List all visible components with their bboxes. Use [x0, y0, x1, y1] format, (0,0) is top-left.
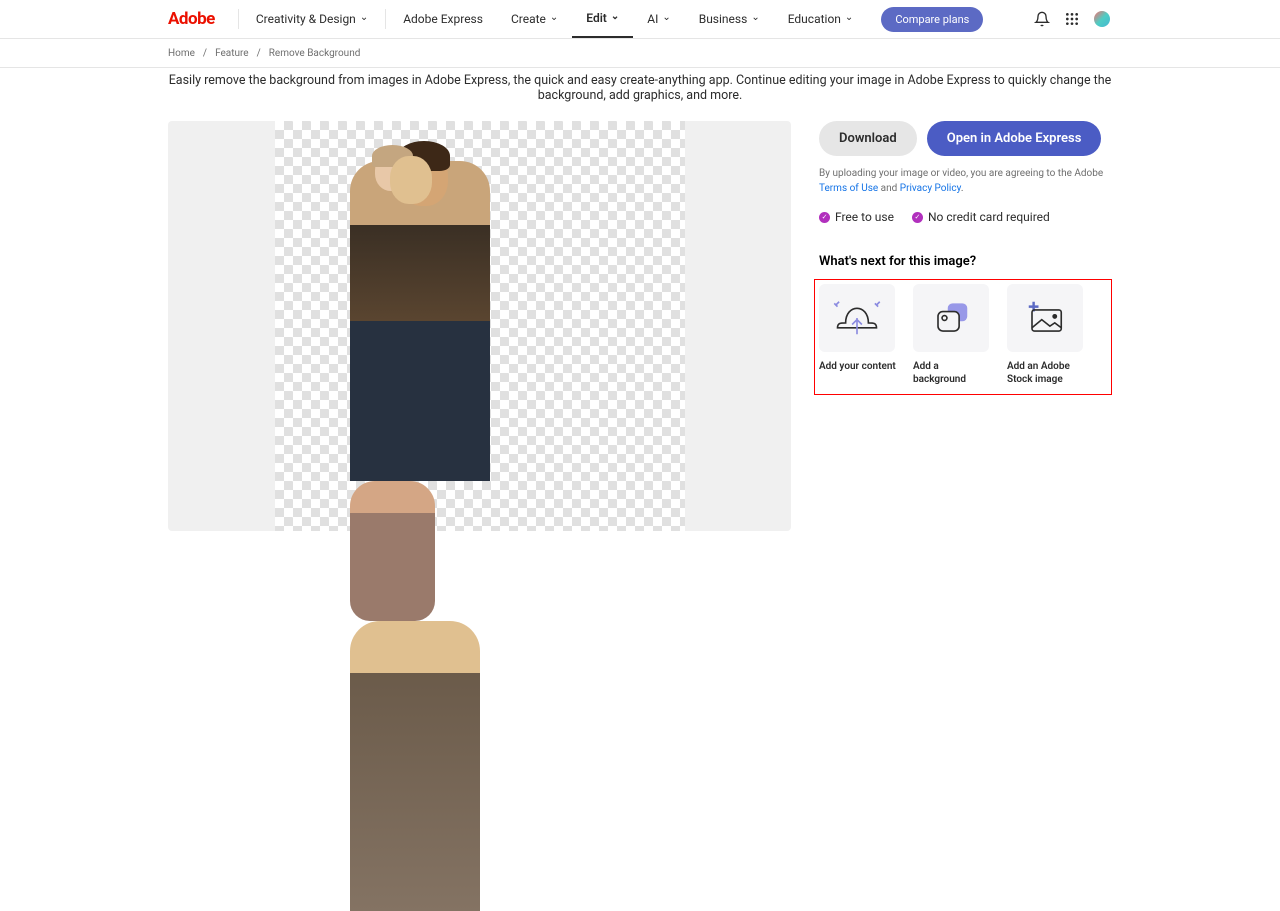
- page-description: Easily remove the background from images…: [168, 73, 1112, 103]
- terms-text: By uploading your image or video, you ar…: [819, 166, 1112, 196]
- action-buttons: Download Open in Adobe Express: [819, 121, 1112, 156]
- nav-divider: [385, 9, 386, 29]
- card-add-background[interactable]: Add a background: [913, 284, 991, 386]
- download-button[interactable]: Download: [819, 121, 917, 156]
- nav-creativity[interactable]: Creativity & Design: [242, 0, 382, 38]
- nav-business[interactable]: Business: [685, 0, 774, 38]
- add-stock-icon: [1007, 284, 1083, 352]
- transparency-checker: [275, 121, 685, 531]
- notifications-icon[interactable]: [1034, 11, 1050, 27]
- adobe-logo[interactable]: Adobe: [168, 9, 215, 29]
- breadcrumb-separator: /: [257, 48, 261, 59]
- breadcrumb: Home / Feature / Remove Background: [0, 39, 1280, 68]
- nav-education[interactable]: Education: [774, 0, 868, 38]
- image-preview: [168, 121, 791, 531]
- main-area: Download Open in Adobe Express By upload…: [168, 121, 1112, 531]
- nav-edit[interactable]: Edit: [572, 0, 633, 38]
- breadcrumb-separator: /: [203, 48, 207, 59]
- next-steps-cards: Add your content Add a background: [814, 279, 1112, 395]
- card-add-stock[interactable]: Add an Adobe Stock image: [1007, 284, 1085, 386]
- breadcrumb-feature[interactable]: Feature: [215, 48, 249, 59]
- nav-divider: [238, 9, 239, 29]
- feature-label: No credit card required: [928, 210, 1050, 224]
- person-silhouette: [350, 621, 480, 911]
- nav-express[interactable]: Adobe Express: [389, 0, 497, 38]
- avatar[interactable]: [1094, 11, 1110, 27]
- breadcrumb-current: Remove Background: [269, 48, 361, 59]
- person-silhouette: [350, 161, 490, 481]
- breadcrumb-home[interactable]: Home: [168, 48, 195, 59]
- card-label: Add an Adobe Stock image: [1007, 360, 1085, 386]
- card-add-content[interactable]: Add your content: [819, 284, 897, 386]
- header: Adobe Creativity & Design Adobe Express …: [0, 0, 1280, 39]
- apps-icon[interactable]: [1064, 11, 1080, 27]
- check-icon: ✓: [912, 212, 923, 223]
- right-panel: Download Open in Adobe Express By upload…: [819, 121, 1112, 531]
- privacy-link[interactable]: Privacy Policy: [900, 183, 961, 194]
- next-steps-title: What's next for this image?: [819, 254, 1112, 269]
- check-icon: ✓: [819, 212, 830, 223]
- open-express-button[interactable]: Open in Adobe Express: [927, 121, 1102, 156]
- terms-and: and: [878, 183, 900, 194]
- nav-create[interactable]: Create: [497, 0, 572, 38]
- feature-free: ✓ Free to use: [819, 210, 894, 224]
- feature-nocard: ✓ No credit card required: [912, 210, 1050, 224]
- terms-of-use-link[interactable]: Terms of Use: [819, 183, 878, 194]
- main-nav: Creativity & Design Adobe Express Create…: [242, 0, 983, 38]
- add-background-icon: [913, 284, 989, 352]
- nav-ai[interactable]: AI: [633, 0, 684, 38]
- feature-list: ✓ Free to use ✓ No credit card required: [819, 210, 1112, 224]
- compare-plans-button[interactable]: Compare plans: [881, 7, 983, 32]
- header-right: [1034, 11, 1270, 27]
- result-image: [350, 161, 610, 531]
- person-silhouette: [350, 481, 435, 621]
- card-label: Add your content: [819, 360, 897, 373]
- add-content-icon: [819, 284, 895, 352]
- card-label: Add a background: [913, 360, 991, 386]
- terms-suffix: .: [961, 183, 964, 194]
- feature-label: Free to use: [835, 210, 894, 224]
- content: Easily remove the background from images…: [0, 68, 1280, 531]
- terms-prefix: By uploading your image or video, you ar…: [819, 168, 1103, 179]
